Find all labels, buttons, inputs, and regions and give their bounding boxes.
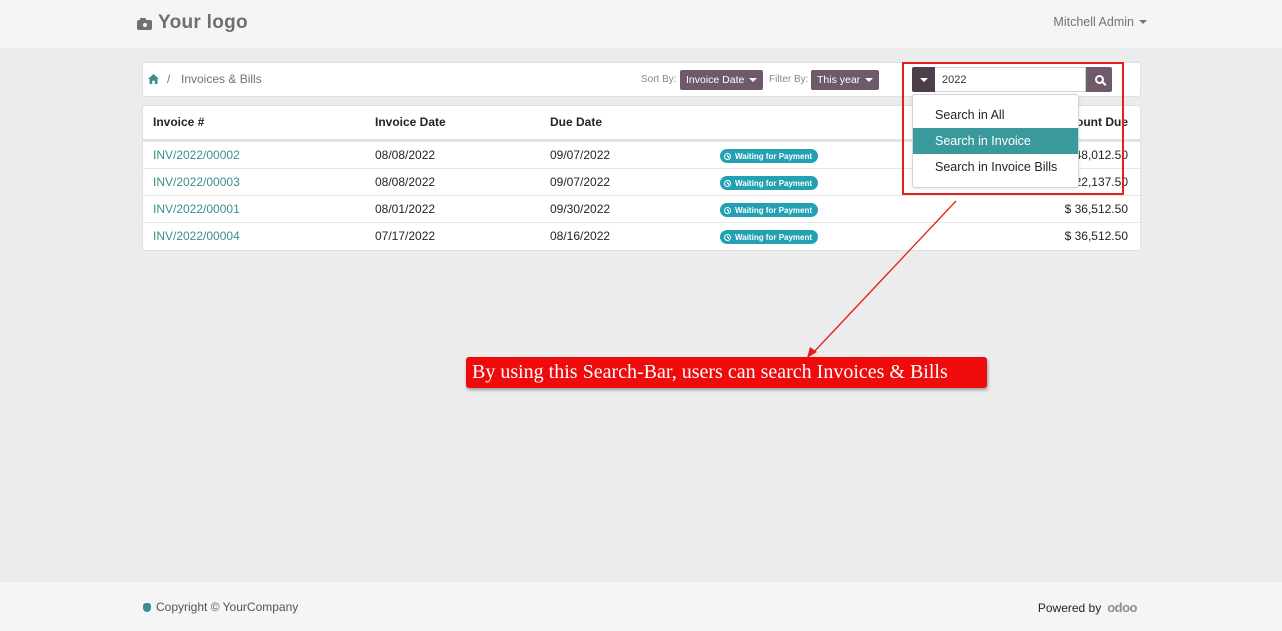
filter-value: This year	[817, 74, 861, 86]
status-badge: Waiting for Payment	[720, 203, 819, 217]
due-date: 09/07/2022	[550, 175, 611, 189]
invoice-date: 08/08/2022	[375, 148, 436, 162]
invoice-link[interactable]: INV/2022/00002	[153, 148, 240, 162]
user-name: Mitchell Admin	[1053, 15, 1134, 29]
filter-dropdown-button[interactable]: This year	[811, 70, 880, 90]
footer: Copyright © YourCompany Powered by odoo	[0, 582, 1282, 631]
powered-by[interactable]: Powered by odoo	[1037, 600, 1138, 615]
sort-value: Invoice Date	[686, 74, 745, 86]
user-menu[interactable]: Mitchell Admin	[1053, 15, 1147, 29]
sort-dropdown-button[interactable]: Invoice Date	[680, 70, 764, 90]
invoice-date: 07/17/2022	[375, 229, 436, 243]
chevron-down-icon	[749, 78, 758, 82]
status-text: Waiting for Payment	[735, 151, 813, 161]
amount-due: $ 36,512.50	[1064, 229, 1128, 243]
column-header-invoice-date[interactable]: Invoice Date	[375, 115, 446, 129]
table-row[interactable]: INV/2022/00004 07/17/2022 08/16/2022 Wai…	[143, 222, 1140, 249]
breadcrumb-current: Invoices & Bills	[181, 72, 262, 86]
bug-icon	[143, 602, 151, 612]
column-header-due-date[interactable]: Due Date	[550, 115, 602, 129]
annotation-callout: By using this Search-Bar, users can sear…	[466, 357, 987, 388]
logo-text: Your logo	[158, 12, 248, 33]
clock-icon	[724, 206, 731, 214]
due-date: 09/07/2022	[550, 148, 611, 162]
top-navbar: Your logo Mitchell Admin	[0, 0, 1282, 48]
status-text: Waiting for Payment	[735, 232, 813, 242]
filter-label: Filter By:	[769, 74, 809, 85]
chevron-down-icon	[1139, 20, 1147, 24]
odoo-logo: odoo	[1107, 600, 1137, 615]
clock-icon	[724, 233, 731, 241]
status-badge: Waiting for Payment	[720, 149, 819, 163]
breadcrumb-separator: /	[167, 72, 171, 86]
status-text: Waiting for Payment	[735, 205, 813, 215]
highlight-box	[902, 62, 1124, 195]
due-date: 08/16/2022	[550, 229, 611, 243]
invoice-link[interactable]: INV/2022/00004	[153, 229, 240, 243]
invoice-date: 08/08/2022	[375, 175, 436, 189]
chevron-down-icon	[865, 78, 874, 82]
status-badge: Waiting for Payment	[720, 230, 819, 244]
invoice-link[interactable]: INV/2022/00001	[153, 202, 240, 216]
clock-icon	[724, 179, 731, 187]
amount-due: $ 36,512.50	[1064, 202, 1128, 216]
table-row[interactable]: INV/2022/00001 08/01/2022 09/30/2022 Wai…	[143, 195, 1140, 222]
status-text: Waiting for Payment	[735, 178, 813, 188]
column-header-invoice-number[interactable]: Invoice #	[153, 115, 204, 129]
copyright-text: Copyright © YourCompany	[156, 600, 299, 614]
clock-icon	[724, 152, 731, 160]
sort-label: Sort By:	[641, 74, 677, 85]
copyright: Copyright © YourCompany	[143, 600, 298, 614]
brand-logo[interactable]: Your logo	[137, 12, 248, 34]
invoice-link[interactable]: INV/2022/00003	[153, 175, 240, 189]
camera-icon	[137, 17, 152, 30]
status-badge: Waiting for Payment	[720, 176, 819, 190]
due-date: 09/30/2022	[550, 202, 611, 216]
home-icon[interactable]	[148, 74, 159, 84]
invoice-date: 08/01/2022	[375, 202, 436, 216]
powered-by-text: Powered by	[1037, 600, 1102, 615]
